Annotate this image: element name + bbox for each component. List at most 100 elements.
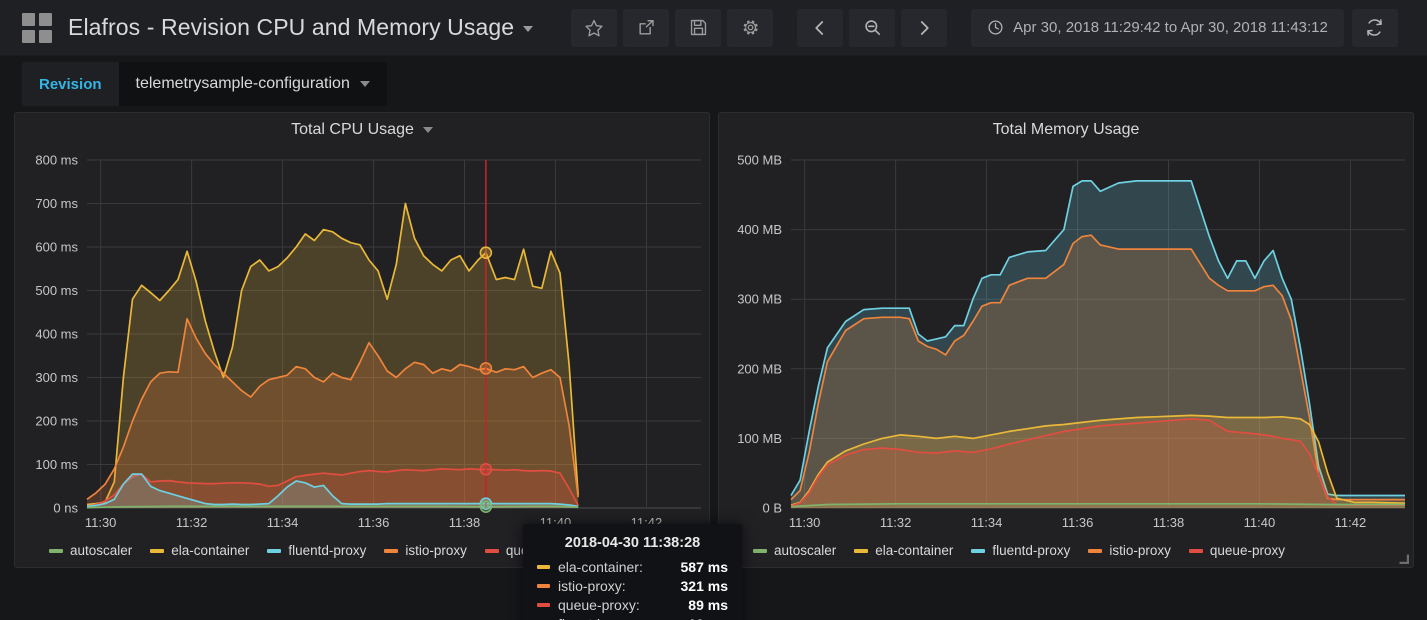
settings-button[interactable]: [727, 8, 774, 47]
crosshair-point-queue-proxy: [479, 462, 493, 476]
y-axis-tick-label: 700 ms: [35, 196, 78, 211]
x-axis-tick-label: 11:30: [85, 515, 117, 530]
save-floppy-icon: [690, 19, 706, 36]
memory-panel-header[interactable]: Total Memory Usage: [719, 113, 1413, 146]
tooltip-series-label: queue-proxy:: [558, 597, 640, 613]
chevron-right-icon: [921, 20, 929, 35]
legend-item[interactable]: ela-container: [854, 543, 953, 558]
x-axis-tick-label: 11:34: [971, 515, 1003, 530]
share-button[interactable]: [623, 8, 670, 47]
legend-item[interactable]: queue-proxy: [1188, 543, 1285, 558]
y-axis-tick-label: 300 ms: [35, 370, 78, 385]
dashboard-actions: [571, 8, 774, 47]
tooltip-row: ela-container: 587 ms: [537, 559, 728, 575]
tooltip-row: fluentd-proxy: 10 ms: [537, 616, 728, 620]
y-axis-tick-label: 800 ms: [35, 153, 78, 168]
time-range-text: Apr 30, 2018 11:29:42 to Apr 30, 2018 11…: [1013, 19, 1328, 36]
cpu-panel: Total CPU Usage 0 ns 100 ms 200 ms 300 ms 40…: [14, 112, 742, 620]
page-title[interactable]: Elafros - Revision CPU and Memory Usage: [68, 14, 534, 41]
legend-item[interactable]: fluentd-proxy: [267, 543, 366, 558]
x-axis-tick-label: 11:40: [1244, 515, 1276, 530]
chevron-down-icon: [359, 81, 370, 87]
tooltip-series-label: ela-container:: [558, 559, 643, 575]
legend-color-swatch: [267, 548, 282, 553]
x-axis-tick-label: 11:32: [176, 515, 208, 530]
y-axis-tick-label: 100 MB: [737, 431, 782, 446]
legend-label: queue-proxy: [1209, 543, 1285, 558]
refresh-icon: [1367, 19, 1383, 36]
magnifier-minus-icon: [864, 20, 880, 36]
x-axis-tick-label: 11:34: [267, 515, 299, 530]
legend-color-swatch: [854, 548, 869, 553]
template-variable-bar: Revision telemetrysample-configuration: [0, 56, 1427, 112]
x-axis-tick-label: 11:38: [1153, 515, 1185, 530]
x-axis-tick-label: 11:36: [1062, 515, 1094, 530]
tooltip-series-value: 10 ms: [688, 616, 728, 620]
y-axis-tick-label: 0 ns: [53, 501, 78, 516]
top-navbar: Elafros - Revision CPU and Memory Usage: [0, 0, 1427, 56]
y-axis-tick-label: 200 ms: [35, 414, 78, 429]
tooltip-series-value: 321 ms: [680, 578, 728, 594]
chevron-down-icon[interactable]: [523, 26, 534, 32]
time-forward-button[interactable]: [901, 8, 948, 47]
memory-plot: 0 B 100 MB 200 MB 300 MB 400 MB 500 MB 11:30 11…: [737, 153, 1406, 530]
gear-icon: [743, 20, 758, 35]
clock-icon: [988, 20, 1003, 35]
legend-color-swatch: [1088, 548, 1103, 553]
memory-chart[interactable]: 0 B 100 MB 200 MB 300 MB 400 MB 500 MB 11:30 11…: [719, 146, 1413, 534]
y-axis-tick-label: 600 ms: [35, 240, 78, 255]
panel-grid: Total CPU Usage 0 ns 100 ms 200 ms 300 ms 40…: [0, 112, 1427, 620]
legend-color-swatch: [384, 548, 399, 553]
time-back-button[interactable]: [797, 8, 844, 47]
legend-item[interactable]: istio-proxy: [1088, 543, 1171, 558]
crosshair-point-ela-container: [479, 246, 493, 259]
legend-item[interactable]: ela-container: [150, 543, 249, 558]
y-axis-tick-label: 100 ms: [35, 457, 78, 472]
legend-item[interactable]: fluentd-proxy: [971, 543, 1070, 558]
legend-label: fluentd-proxy: [288, 543, 367, 558]
star-icon: [585, 19, 603, 36]
legend-label: ela-container: [875, 543, 954, 558]
cpu-chart[interactable]: 0 ns 100 ms 200 ms 300 ms 400 ms 500 ms 600 ms…: [15, 146, 742, 620]
legend-item[interactable]: istio-proxy: [384, 543, 467, 558]
chevron-down-icon[interactable]: [422, 126, 433, 133]
x-axis-tick-label: 11:38: [449, 515, 481, 530]
variable-revision-dropdown[interactable]: telemetrysample-configuration: [118, 62, 387, 106]
variable-revision-value: telemetrysample-configuration: [135, 75, 350, 92]
tooltip-color-swatch: [537, 584, 550, 588]
refresh-button[interactable]: [1351, 8, 1398, 47]
zoom-out-button[interactable]: [849, 8, 896, 47]
variable-revision: Revision telemetrysample-configuration: [22, 62, 387, 106]
memory-legend: autoscaler ela-container fluentd-proxy isti…: [719, 534, 1413, 567]
y-axis-tick-label: 300 MB: [737, 292, 782, 307]
save-button[interactable]: [675, 8, 722, 47]
x-axis-tick-label: 11:32: [880, 515, 912, 530]
tooltip-series-value: 89 ms: [688, 597, 728, 613]
y-axis-tick-label: 0 B: [762, 501, 782, 516]
legend-item[interactable]: autoscaler: [49, 543, 132, 558]
variable-revision-label: Revision: [39, 75, 102, 93]
tooltip-series-value: 587 ms: [680, 559, 728, 575]
legend-item[interactable]: autoscaler: [753, 543, 836, 558]
legend-label: autoscaler: [70, 543, 133, 558]
chevron-left-icon: [815, 20, 824, 35]
cpu-plot: 0 ns 100 ms 200 ms 300 ms 400 ms 500 ms 600 ms…: [35, 153, 701, 530]
time-range-picker[interactable]: Apr 30, 2018 11:29:42 to Apr 30, 2018 11…: [971, 8, 1344, 47]
cpu-panel-header[interactable]: Total CPU Usage: [15, 113, 709, 146]
legend-label: istio-proxy: [405, 543, 467, 558]
y-axis-tick-label: 400 ms: [35, 327, 78, 342]
share-icon: [639, 19, 654, 35]
chart-tooltip: 2018-04-30 11:38:28 ela-container: 587 ms…: [523, 524, 742, 620]
legend-color-swatch: [484, 548, 499, 553]
tooltip-color-swatch: [537, 565, 550, 569]
x-axis-tick-label: 11:36: [358, 515, 390, 530]
star-button[interactable]: [571, 8, 618, 47]
tooltip-color-swatch: [537, 603, 550, 607]
tooltip-series-label: istio-proxy:: [558, 578, 626, 594]
y-axis-tick-label: 500 ms: [35, 283, 78, 298]
legend-label: autoscaler: [774, 543, 837, 558]
x-axis-tick-label: 11:42: [1335, 515, 1367, 530]
dashboard-grid-icon[interactable]: [22, 12, 52, 43]
legend-label: fluentd-proxy: [992, 543, 1071, 558]
legend-label: ela-container: [171, 543, 250, 558]
